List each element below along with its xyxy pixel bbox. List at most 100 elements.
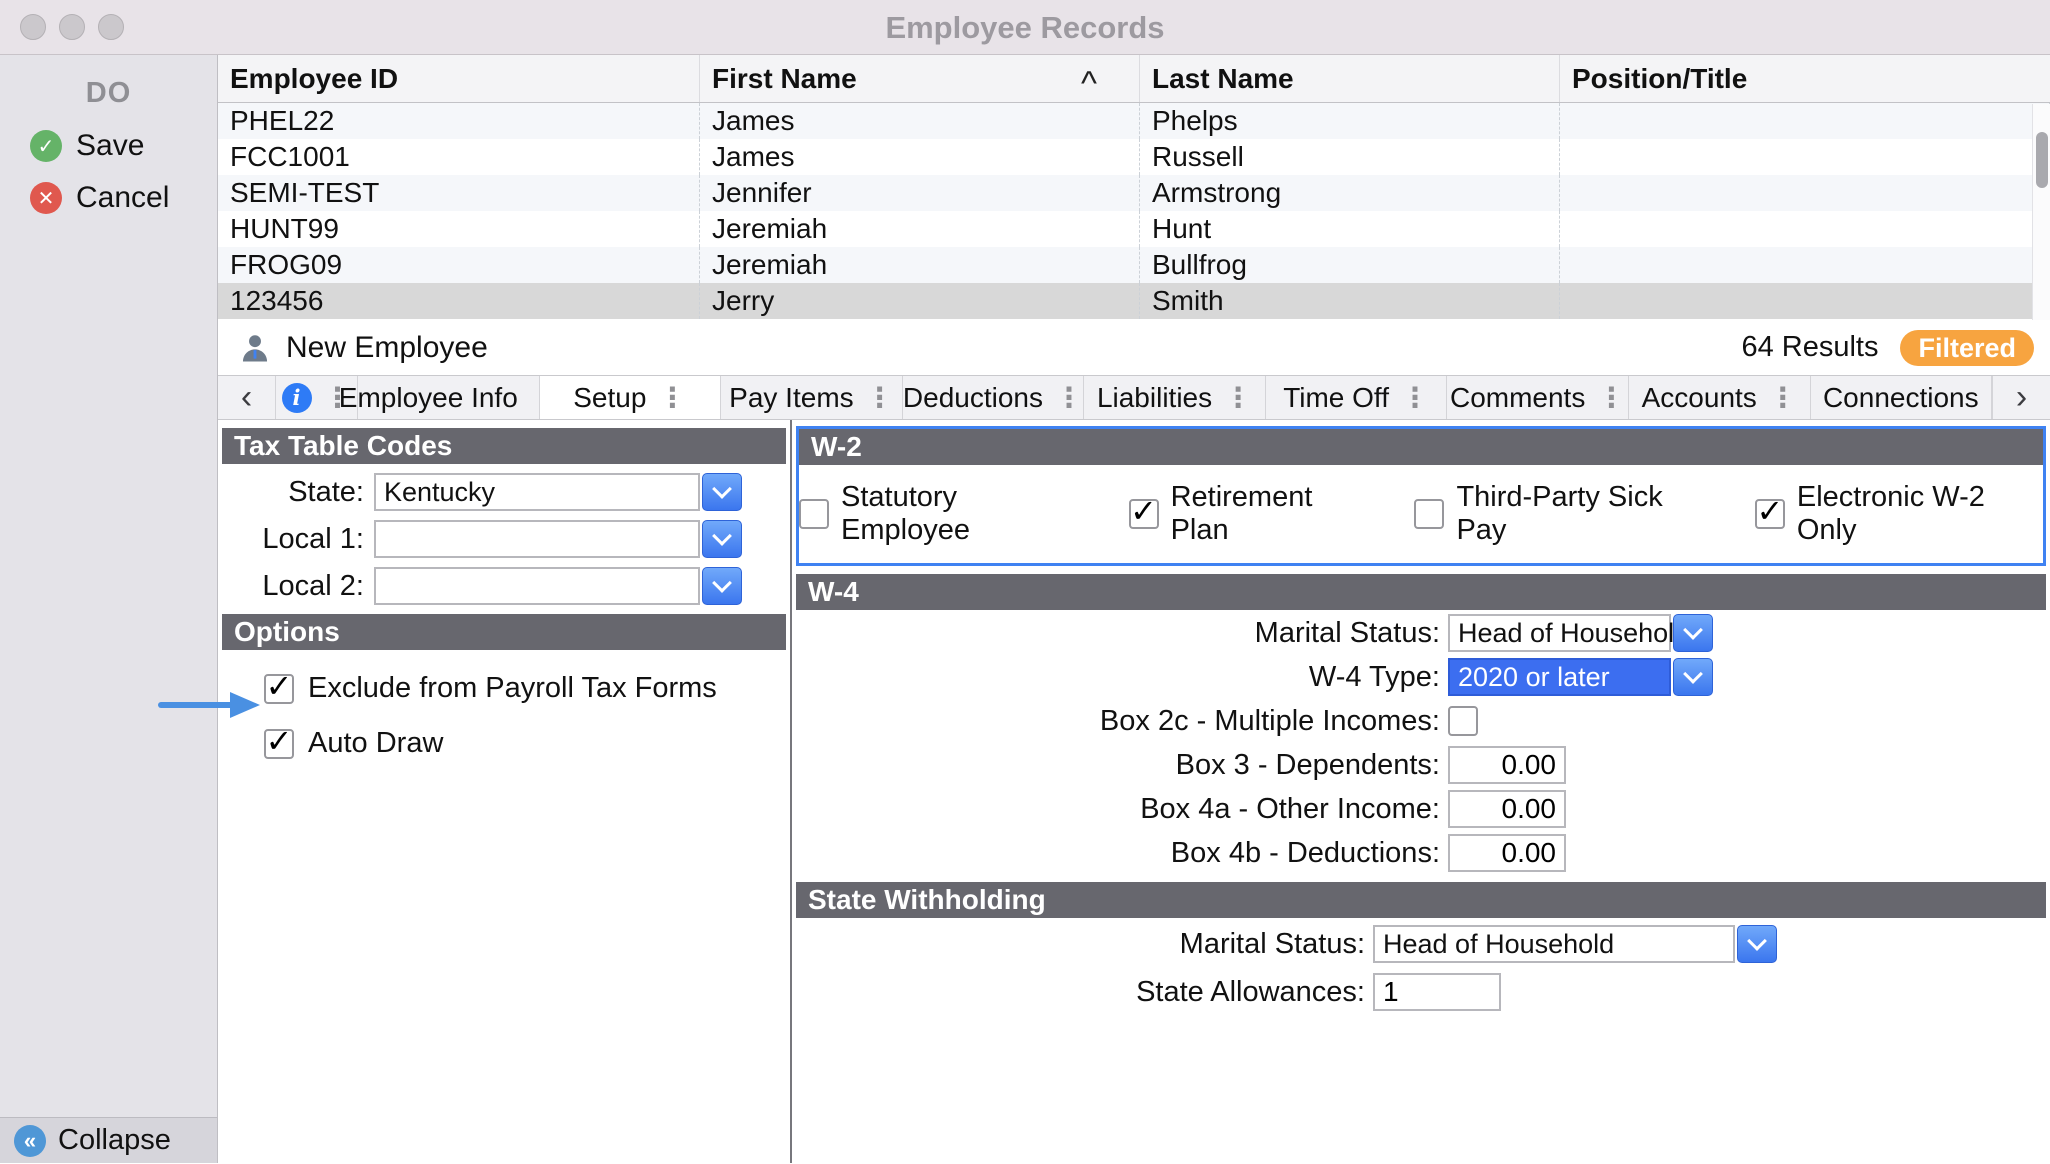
checkbox[interactable]: ✓ [1129,499,1159,529]
tab-menu-kebab-icon[interactable]: ⋮ [1224,381,1252,414]
tab-label: Deductions [903,382,1043,414]
local2-dropdown[interactable] [374,567,742,605]
tab-menu-kebab-icon[interactable]: ⋮ [1401,381,1429,414]
tab-label: Liabilities [1097,382,1212,414]
w2-checkbox-third-party-sick-pay[interactable]: ✓ Third-Party Sick Pay [1414,481,1710,547]
tab-liabilities[interactable]: Liabilities ⋮ [1084,376,1266,419]
box4b-deductions-input[interactable] [1448,834,1566,872]
state-allowances-input[interactable] [1373,973,1501,1011]
titlebar: Employee Records [0,0,2050,55]
option-checkbox-exclude-from-payroll-tax-forms[interactable]: ✓ Exclude from Payroll Tax Forms [264,672,790,705]
w4-marital-status-value[interactable]: Head of Household [1448,614,1671,652]
sw-marital-status-value[interactable]: Head of Household [1373,925,1735,963]
column-header-first-name[interactable]: First Name ^ [700,55,1140,102]
tab-label: Pay Items [729,382,853,414]
dropdown-chevron-icon[interactable] [1737,925,1777,963]
filtered-badge[interactable]: Filtered [1900,330,2034,366]
dropdown-chevron-icon[interactable] [702,473,742,511]
checkbox[interactable]: ✓ [1414,499,1444,529]
local1-dropdown-value[interactable] [374,520,700,558]
tab-connections[interactable]: Connections [1811,376,1993,419]
checkbox[interactable]: ✓ [799,499,829,529]
w4-marital-status-label: Marital Status: [792,617,1440,650]
save-button[interactable]: ✓ Save [0,120,217,172]
tab-menu-kebab-icon[interactable]: ⋮ [1597,381,1625,414]
column-header-last-name[interactable]: Last Name [1140,55,1560,102]
state-dropdown[interactable]: Kentucky [374,473,742,511]
cell-employee-id: FCC1001 [218,139,700,175]
cell-employee-id: FROG09 [218,247,700,283]
local1-dropdown[interactable] [374,520,742,558]
table-header: Employee ID First Name ^ Last Name Posit… [218,55,2050,103]
local2-dropdown-value[interactable] [374,567,700,605]
table-row[interactable]: 123456JerrySmith [218,283,2050,319]
tab-accounts[interactable]: Accounts⋮ [1629,376,1811,419]
table-row[interactable]: FCC1001JamesRussell [218,139,2050,175]
tabs-scroll-left-button[interactable]: ‹ [218,376,276,419]
checkbox-label: Exclude from Payroll Tax Forms [308,672,717,705]
tab-menu-kebab-icon[interactable]: ⋮ [658,381,686,414]
tab-label: Time Off [1283,382,1389,414]
tab-setup[interactable]: Setup⋮ [540,376,722,419]
box4a-label: Box 4a - Other Income: [792,793,1440,826]
w4-marital-status-dropdown[interactable]: Head of Household [1448,614,1713,652]
tab-employee-info[interactable]: Employee Info⋮ [358,376,540,419]
dropdown-chevron-icon[interactable] [1673,658,1713,696]
employee-records-window: Employee Records DO ✓ Save ✕ Cancel « Co… [0,0,2050,1164]
dropdown-chevron-icon[interactable] [1673,614,1713,652]
w2-checkbox-statutory-employee[interactable]: ✓Statutory Employee [799,481,1085,547]
state-allowances-row: State Allowances: [792,970,2050,1014]
w4-type-value[interactable]: 2020 or later [1448,658,1671,696]
column-header-position-title[interactable]: Position/Title [1560,55,2050,102]
options-list: ✓ Exclude from Payroll Tax Forms ✓Auto Dra… [218,672,790,760]
dropdown-chevron-icon[interactable] [702,520,742,558]
column-label: Last Name [1152,63,1294,95]
w4-type-dropdown[interactable]: 2020 or later [1448,658,1713,696]
employee-table: Employee ID First Name ^ Last Name Posit… [218,55,2050,320]
option-checkbox-auto-draw[interactable]: ✓Auto Draw [264,727,790,760]
tab-deductions[interactable]: Deductions ⋮ [903,376,1085,419]
cell-first-name: James [700,139,1140,175]
checkbox-label: Electronic W-2 Only [1797,481,2043,547]
main-panel: Employee ID First Name ^ Last Name Posit… [218,55,2050,1163]
w2-checkbox-electronic-w-2-only[interactable]: ✓ Electronic W-2 Only [1755,481,2043,547]
state-dropdown-value[interactable]: Kentucky [374,473,700,511]
table-row[interactable]: PHEL22JamesPhelps [218,103,2050,139]
tab-comments[interactable]: Comments⋮ [1447,376,1629,419]
w2-checkbox-retirement-plan[interactable]: ✓ Retirement Plan [1129,481,1371,547]
column-header-employee-id[interactable]: Employee ID [218,55,700,102]
box2c-checkbox[interactable]: ✓ [1448,706,1478,736]
tab-time-off[interactable]: Time Off ⋮ [1266,376,1448,419]
table-row[interactable]: HUNT99JeremiahHunt [218,211,2050,247]
table-row[interactable]: SEMI-TESTJenniferArmstrong [218,175,2050,211]
table-scrollbar[interactable] [2032,104,2050,320]
checkbox[interactable]: ✓ [264,674,294,704]
checkbox-label: Retirement Plan [1171,481,1371,547]
checkbox[interactable]: ✓ [1755,499,1785,529]
info-icon: i [282,383,312,413]
cell-employee-id: SEMI-TEST [218,175,700,211]
checkbox-label: Third-Party Sick Pay [1456,481,1710,547]
collapse-button[interactable]: « Collapse [0,1117,217,1163]
dropdown-chevron-icon[interactable] [702,567,742,605]
sw-marital-status-dropdown[interactable]: Head of Household [1373,925,1777,963]
tab-pay-items[interactable]: Pay Items ⋮ [721,376,903,419]
tab-label: Employee Info [339,382,518,414]
tab-menu-kebab-icon[interactable]: ⋮ [866,381,894,414]
collapse-label: Collapse [58,1124,171,1157]
cell-employee-id: PHEL22 [218,103,700,139]
tab-menu-kebab-icon[interactable]: ⋮ [1055,381,1083,414]
table-row[interactable]: FROG09JeremiahBullfrog [218,247,2050,283]
cancel-x-icon: ✕ [30,182,62,214]
sort-ascending-icon[interactable]: ^ [1081,65,1097,102]
tab-menu-kebab-icon[interactable]: ⋮ [1769,381,1797,414]
scrollbar-thumb[interactable] [2036,132,2048,188]
column-label: First Name [712,63,857,95]
results-count: 64 Results [1741,331,1878,364]
checkmark-icon: ✓ [1130,492,1157,530]
checkbox[interactable]: ✓ [264,729,294,759]
box3-dependents-input[interactable] [1448,746,1566,784]
box4a-other-income-input[interactable] [1448,790,1566,828]
tabs-scroll-right-button[interactable]: › [1992,376,2050,419]
cancel-button[interactable]: ✕ Cancel [0,172,217,224]
